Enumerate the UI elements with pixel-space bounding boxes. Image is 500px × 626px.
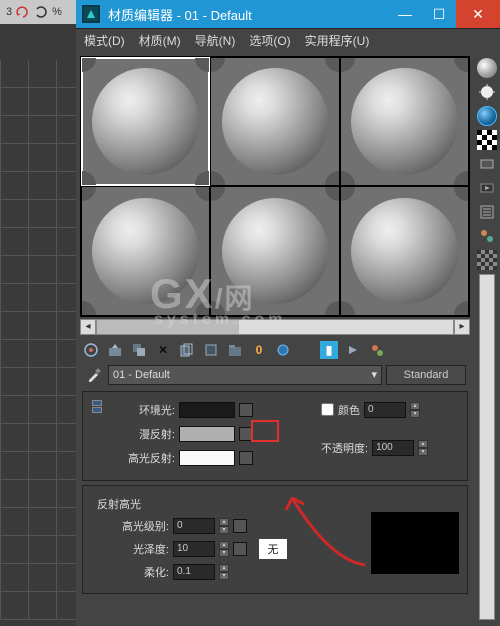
- specular-color-swatch[interactable]: [179, 450, 235, 466]
- color-spinner[interactable]: 0: [364, 402, 406, 418]
- specular-level-map-button[interactable]: [233, 519, 247, 533]
- window-title: 材质编辑器 - 01 - Default: [108, 5, 388, 24]
- menu-utilities[interactable]: 实用程序(U): [305, 32, 370, 49]
- glossiness-map-button[interactable]: [233, 542, 247, 556]
- sample-slots-grid: [80, 56, 470, 317]
- show-in-viewport-icon[interactable]: [274, 341, 292, 359]
- material-name-select[interactable]: 01 - Default: [108, 365, 382, 385]
- color-spinner-arrows[interactable]: ▴▾: [410, 402, 420, 418]
- background-icon[interactable]: [477, 106, 497, 126]
- get-material-icon[interactable]: [82, 341, 100, 359]
- select-by-material-icon[interactable]: [477, 226, 497, 246]
- specular-level-arrows[interactable]: ▴▾: [219, 518, 229, 534]
- specular-highlight-title: 反射高光: [97, 496, 461, 512]
- make-copy-icon[interactable]: [178, 341, 196, 359]
- glossiness-arrows[interactable]: ▴▾: [219, 541, 229, 557]
- ambient-diffuse-lock-icon[interactable]: [89, 400, 105, 472]
- menu-options[interactable]: 选项(O): [249, 32, 290, 49]
- menu-material[interactable]: 材质(M): [139, 32, 181, 49]
- put-to-scene-icon[interactable]: [106, 341, 124, 359]
- highlight-curve-preview: [371, 512, 459, 574]
- eyedropper-icon[interactable]: [84, 365, 104, 385]
- specular-label: 高光反射:: [113, 450, 175, 466]
- minimize-button[interactable]: —: [388, 0, 422, 28]
- opacity-label: 不透明度:: [321, 440, 368, 456]
- make-unique-icon[interactable]: [202, 341, 220, 359]
- color-checkbox[interactable]: [321, 403, 334, 416]
- options-icon[interactable]: [477, 202, 497, 222]
- menubar: 模式(D) 材质(M) 导航(N) 选项(O) 实用程序(U): [76, 28, 500, 52]
- material-name: 01 - Default: [113, 369, 170, 381]
- viewport-zoom-readout: 3 %: [0, 0, 76, 24]
- video-color-check-icon[interactable]: [477, 154, 497, 174]
- color-label: 颜色: [338, 402, 360, 418]
- go-to-parent-icon[interactable]: ▮: [320, 341, 338, 359]
- ambient-label: 环境光:: [113, 402, 175, 418]
- reset-map-icon[interactable]: ✕: [154, 341, 172, 359]
- put-to-library-icon[interactable]: [226, 341, 244, 359]
- sidebar-tools: [474, 52, 500, 626]
- window-titlebar[interactable]: 材质编辑器 - 01 - Default — ☐ ✕: [76, 0, 500, 28]
- sample-slot-2[interactable]: [210, 57, 339, 186]
- ambient-map-button[interactable]: [239, 403, 253, 417]
- material-toolbar: ✕ 0 ▮: [80, 337, 470, 363]
- maximize-button[interactable]: ☐: [422, 0, 456, 28]
- app-icon: [82, 5, 100, 23]
- menu-mode[interactable]: 模式(D): [84, 32, 125, 49]
- close-button[interactable]: ✕: [456, 0, 500, 28]
- scroll-left-arrow[interactable]: ◂: [80, 319, 96, 335]
- sample-slot-4[interactable]: [81, 186, 210, 315]
- material-editor-window: 材质编辑器 - 01 - Default — ☐ ✕ 模式(D) 材质(M) 导…: [76, 0, 500, 626]
- go-forward-icon[interactable]: [344, 341, 362, 359]
- ambient-color-swatch[interactable]: [179, 402, 235, 418]
- pick-from-object-icon[interactable]: [368, 341, 386, 359]
- material-id-icon[interactable]: 0: [250, 341, 268, 359]
- sample-hscroll[interactable]: ◂ ▸: [80, 319, 470, 335]
- sample-type-icon[interactable]: [477, 58, 497, 78]
- make-preview-icon[interactable]: [477, 178, 497, 198]
- opacity-spinner[interactable]: 100: [372, 440, 414, 456]
- scroll-track[interactable]: [96, 319, 454, 335]
- soften-arrows[interactable]: ▴▾: [219, 564, 229, 580]
- backlight-icon[interactable]: [477, 82, 497, 102]
- specular-map-button[interactable]: [239, 451, 253, 465]
- rotate-icon: [34, 5, 48, 19]
- reset-rotation-icon: [16, 5, 30, 19]
- sample-uv-tiling-icon[interactable]: [477, 130, 497, 150]
- menu-navigate[interactable]: 导航(N): [195, 32, 236, 49]
- soften-spinner[interactable]: 0.1: [173, 564, 215, 580]
- material-map-navigator-icon[interactable]: [477, 250, 497, 270]
- diffuse-label: 漫反射:: [113, 426, 175, 442]
- sample-slot-6[interactable]: [340, 186, 469, 315]
- none-button[interactable]: 无: [259, 539, 287, 559]
- annotation-highlight-box: [251, 420, 279, 442]
- sample-slot-5[interactable]: [210, 186, 339, 315]
- glossiness-label: 光泽度:: [89, 541, 169, 557]
- shader-type-button[interactable]: Standard: [386, 365, 466, 385]
- specular-level-label: 高光级别:: [89, 518, 169, 534]
- opacity-spinner-arrows[interactable]: ▴▾: [418, 440, 428, 456]
- show-end-result-icon[interactable]: [298, 342, 314, 358]
- glossiness-spinner[interactable]: 10: [173, 541, 215, 557]
- diffuse-color-swatch[interactable]: [179, 426, 235, 442]
- assign-to-selection-icon[interactable]: [130, 341, 148, 359]
- sidebar-vscroll[interactable]: [479, 274, 495, 620]
- viewport-grid: [0, 60, 76, 620]
- scroll-right-arrow[interactable]: ▸: [454, 319, 470, 335]
- soften-label: 柔化:: [89, 564, 169, 580]
- specular-level-spinner[interactable]: 0: [173, 518, 215, 534]
- sample-slot-1[interactable]: [81, 57, 210, 186]
- sample-slot-3[interactable]: [340, 57, 469, 186]
